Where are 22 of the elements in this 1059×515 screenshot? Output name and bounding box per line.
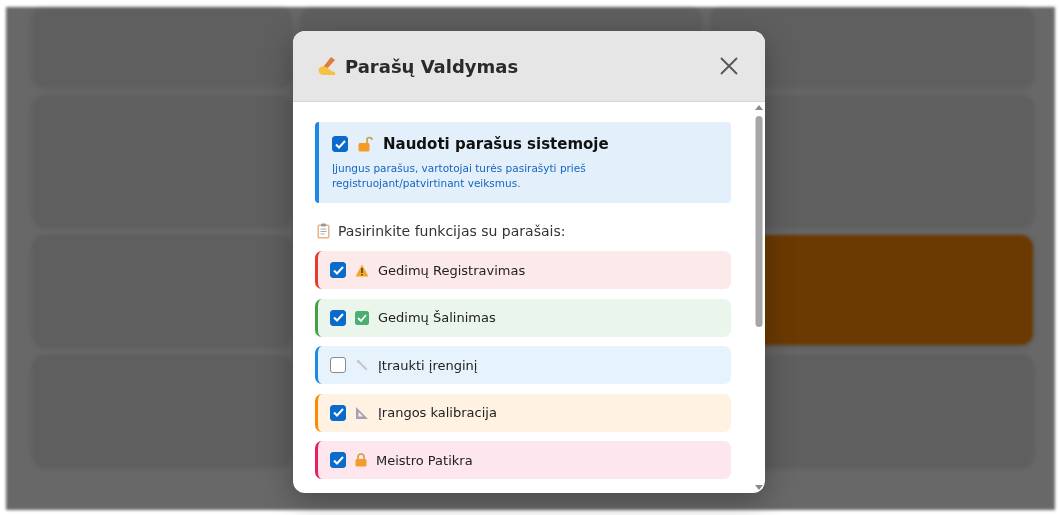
section-title: Pasirinkite funkcijas su parašais: xyxy=(338,223,566,239)
checkbox[interactable] xyxy=(330,309,346,326)
clipboard-icon xyxy=(317,223,330,239)
wrench-icon xyxy=(355,358,369,372)
info-hint: Įjungus parašus, vartotojai turės pasirašyti prieš registruojant/patvirtinant veiksmus. xyxy=(332,161,587,191)
signature-toggle-label: Naudoti parašus sistemoje xyxy=(383,135,609,153)
checkbox[interactable] xyxy=(332,136,348,152)
function-label: Gedimų Šalinimas xyxy=(378,310,496,325)
checkbox[interactable] xyxy=(330,357,346,373)
function-label: Įtraukti įrenginį xyxy=(378,357,478,373)
warning-icon xyxy=(355,263,369,277)
function-label: Įrangos kalibracija xyxy=(378,405,497,420)
checkbox[interactable] xyxy=(330,404,346,421)
unlocked-padlock-icon xyxy=(358,136,373,152)
function-label: Meistro Patikra xyxy=(376,452,473,468)
checkbox[interactable] xyxy=(330,452,346,468)
checkbox[interactable] xyxy=(330,262,346,278)
lock-icon xyxy=(355,453,367,467)
function-label: Gedimų Registravimas xyxy=(378,262,526,278)
dialog-title: Parašų Valdymas xyxy=(345,55,520,77)
writing-hand-icon xyxy=(317,56,337,76)
check-mark-icon xyxy=(355,310,369,325)
